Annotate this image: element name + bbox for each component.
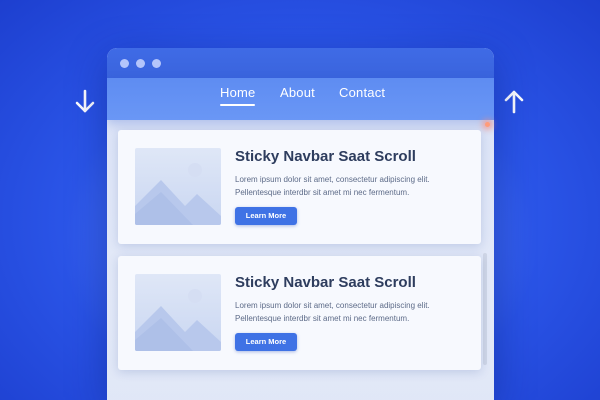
active-underline: [220, 104, 256, 106]
image-placeholder-icon: [135, 274, 221, 351]
window-dot[interactable]: [152, 59, 161, 68]
learn-more-button[interactable]: Learn More: [235, 333, 297, 351]
nav-link-label: Contact: [339, 85, 386, 100]
nav-link-about[interactable]: About: [280, 85, 315, 100]
card-description: Lorem ipsum dolor sit amet, consectetur …: [235, 175, 430, 197]
nav-link-home[interactable]: Home: [220, 85, 256, 106]
window-dot[interactable]: [120, 59, 129, 68]
content-card: Sticky Navbar Saat Scroll Lorem ipsum do…: [118, 256, 481, 370]
scroll-indicator: [485, 122, 490, 127]
image-placeholder-icon: [135, 148, 221, 225]
arrow-down-icon: [75, 89, 95, 113]
nav-link-label: About: [280, 85, 315, 100]
nav-link-label: Home: [220, 85, 256, 100]
sticky-navbar: Home About Contact: [107, 78, 494, 120]
arrow-up-icon: [504, 90, 524, 114]
window-dot[interactable]: [136, 59, 145, 68]
content-card: Sticky Navbar Saat Scroll Lorem ipsum do…: [118, 130, 481, 244]
learn-more-button[interactable]: Learn More: [235, 207, 297, 225]
nav-link-contact[interactable]: Contact: [339, 85, 385, 100]
window-titlebar: [107, 48, 494, 78]
card-title: Sticky Navbar Saat Scroll: [235, 148, 416, 165]
card-title: Sticky Navbar Saat Scroll: [235, 274, 416, 291]
scrollbar-thumb[interactable]: [483, 253, 487, 365]
card-description: Lorem ipsum dolor sit amet, consectetur …: [235, 301, 430, 323]
